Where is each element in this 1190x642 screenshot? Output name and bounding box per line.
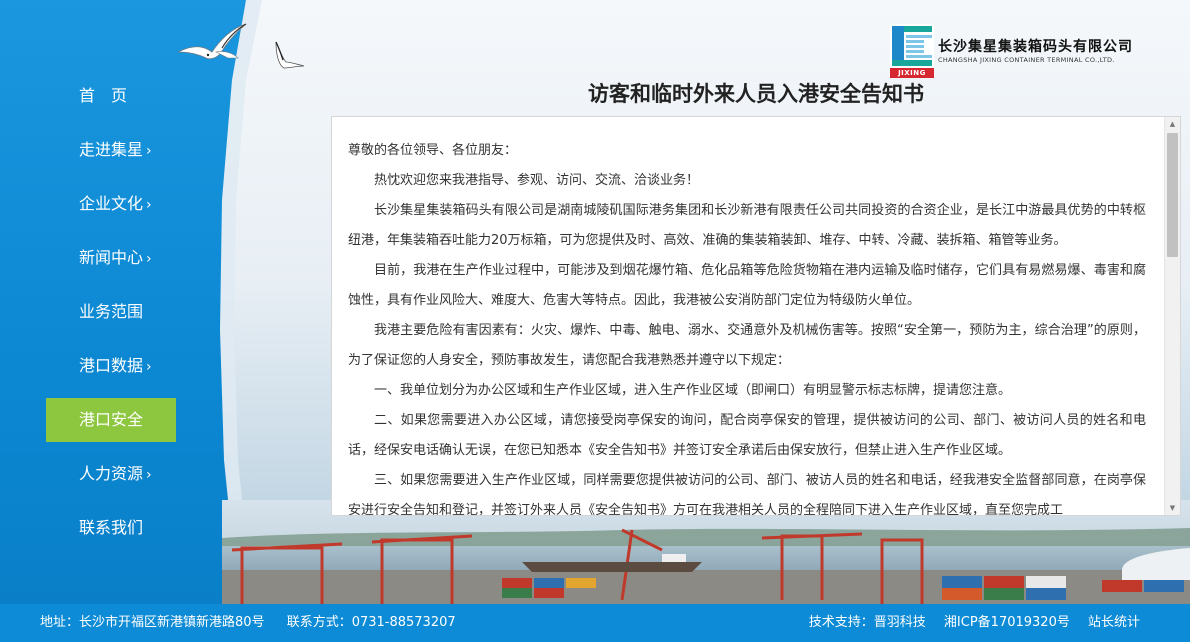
nav-item-label: 联系我们 <box>79 518 144 537</box>
paragraph: 我港主要危险有害因素有：火灾、爆炸、中毒、触电、溺水、交通意外及机械伤害等。按照… <box>348 323 1146 368</box>
chevron-right-icon: › <box>146 143 152 159</box>
paragraph: 一、我单位划分为办公区域和生产作业区域，进入生产作业区域（即闸口）有明显警示标志… <box>374 383 1012 398</box>
nav-item-home[interactable]: 首 页 <box>46 74 176 118</box>
nav-item-label: 新闻中心 <box>79 248 144 267</box>
nav-item-port-data[interactable]: 港口数据 › <box>46 344 176 388</box>
paragraph: 热忱欢迎您来我港指导、参观、访问、交流、洽谈业务！ <box>374 173 700 188</box>
footer: 地址：长沙市开福区新港镇新港路80号 联系方式：0731-88573207 技术… <box>0 604 1190 642</box>
company-name-en: CHANGSHA JIXING CONTAINER TERMINAL CO.,L… <box>938 56 1115 64</box>
notice-body: 尊敬的各位领导、各位朋友： 热忱欢迎您来我港指导、参观、访问、交流、洽谈业务！ … <box>332 117 1164 515</box>
company-logo[interactable]: JIXING 长沙集星集装箱码头有限公司 CHANGSHA JIXING CON… <box>888 22 1148 78</box>
paragraph: 三、如果您需要进入生产作业区域，同样需要您提供被访问的公司、部门、被访人员的姓名… <box>348 473 1146 515</box>
nav-item-culture[interactable]: 企业文化 › <box>46 182 176 226</box>
nav-item-about[interactable]: 走进集星 › <box>46 128 176 172</box>
nav-item-label: 业务范围 <box>79 302 144 321</box>
content-panel[interactable]: 尊敬的各位领导、各位朋友： 热忱欢迎您来我港指导、参观、访问、交流、洽谈业务！ … <box>331 116 1181 516</box>
nav-item-port-safety[interactable]: 港口安全 <box>46 398 176 442</box>
chevron-right-icon: › <box>146 359 152 375</box>
nav-item-label: 首 页 <box>79 86 128 105</box>
footer-address: 地址：长沙市开福区新港镇新港路80号 <box>40 615 265 630</box>
seagull-icon <box>177 23 247 60</box>
scroll-up-icon[interactable]: ▲ <box>1165 117 1180 131</box>
nav-item-label: 港口数据 <box>79 356 144 375</box>
nav-item-hr[interactable]: 人力资源 › <box>46 452 176 496</box>
nav-item-label: 港口安全 <box>79 410 144 429</box>
nav-item-business[interactable]: 业务范围 <box>46 290 176 334</box>
company-name-cn: 长沙集星集装箱码头有限公司 <box>938 39 1133 55</box>
logo-badge: JIXING <box>890 68 934 78</box>
nav-item-label: 人力资源 <box>79 464 144 483</box>
nav-item-news[interactable]: 新闻中心 › <box>46 236 176 280</box>
seagull-icon <box>275 41 305 69</box>
salutation: 尊敬的各位领导、各位朋友： <box>348 143 518 158</box>
chevron-right-icon: › <box>146 467 152 483</box>
vertical-scrollbar[interactable]: ▲ ▼ <box>1164 117 1180 515</box>
nav-item-label: 走进集星 <box>79 140 144 159</box>
footer-icp-link[interactable]: 湘ICP备17019320号 <box>944 615 1070 630</box>
main-nav: 首 页 走进集星 › 企业文化 › 新闻中心 › 业务范围 港口数据 › 港口安全 人力… <box>46 74 176 560</box>
page-title: 访客和临时外来人员入港安全告知书 <box>588 82 924 106</box>
chevron-right-icon: › <box>146 197 152 213</box>
nav-item-contact[interactable]: 联系我们 <box>46 506 176 550</box>
footer-stats-link[interactable]: 站长统计 <box>1088 615 1140 630</box>
nav-item-label: 企业文化 <box>79 194 144 213</box>
paragraph: 二、如果您需要进入办公区域，请您接受岗亭保安的询问，配合岗亭保安的管理，提供被访… <box>348 413 1146 458</box>
chevron-right-icon: › <box>146 251 152 267</box>
footer-tech-support[interactable]: 技术支持：晋羽科技 <box>809 615 926 630</box>
scroll-down-icon[interactable]: ▼ <box>1165 501 1180 515</box>
scrollbar-thumb[interactable] <box>1167 133 1178 257</box>
paragraph: 长沙集星集装箱码头有限公司是湖南城陵矶国际港务集团和长沙新港有限责任公司共同投资… <box>348 203 1146 248</box>
paragraph: 目前，我港在生产作业过程中，可能涉及到烟花爆竹箱、危化品箱等危险货物箱在港内运输… <box>348 263 1146 308</box>
footer-contact: 联系方式：0731-88573207 <box>286 615 456 630</box>
